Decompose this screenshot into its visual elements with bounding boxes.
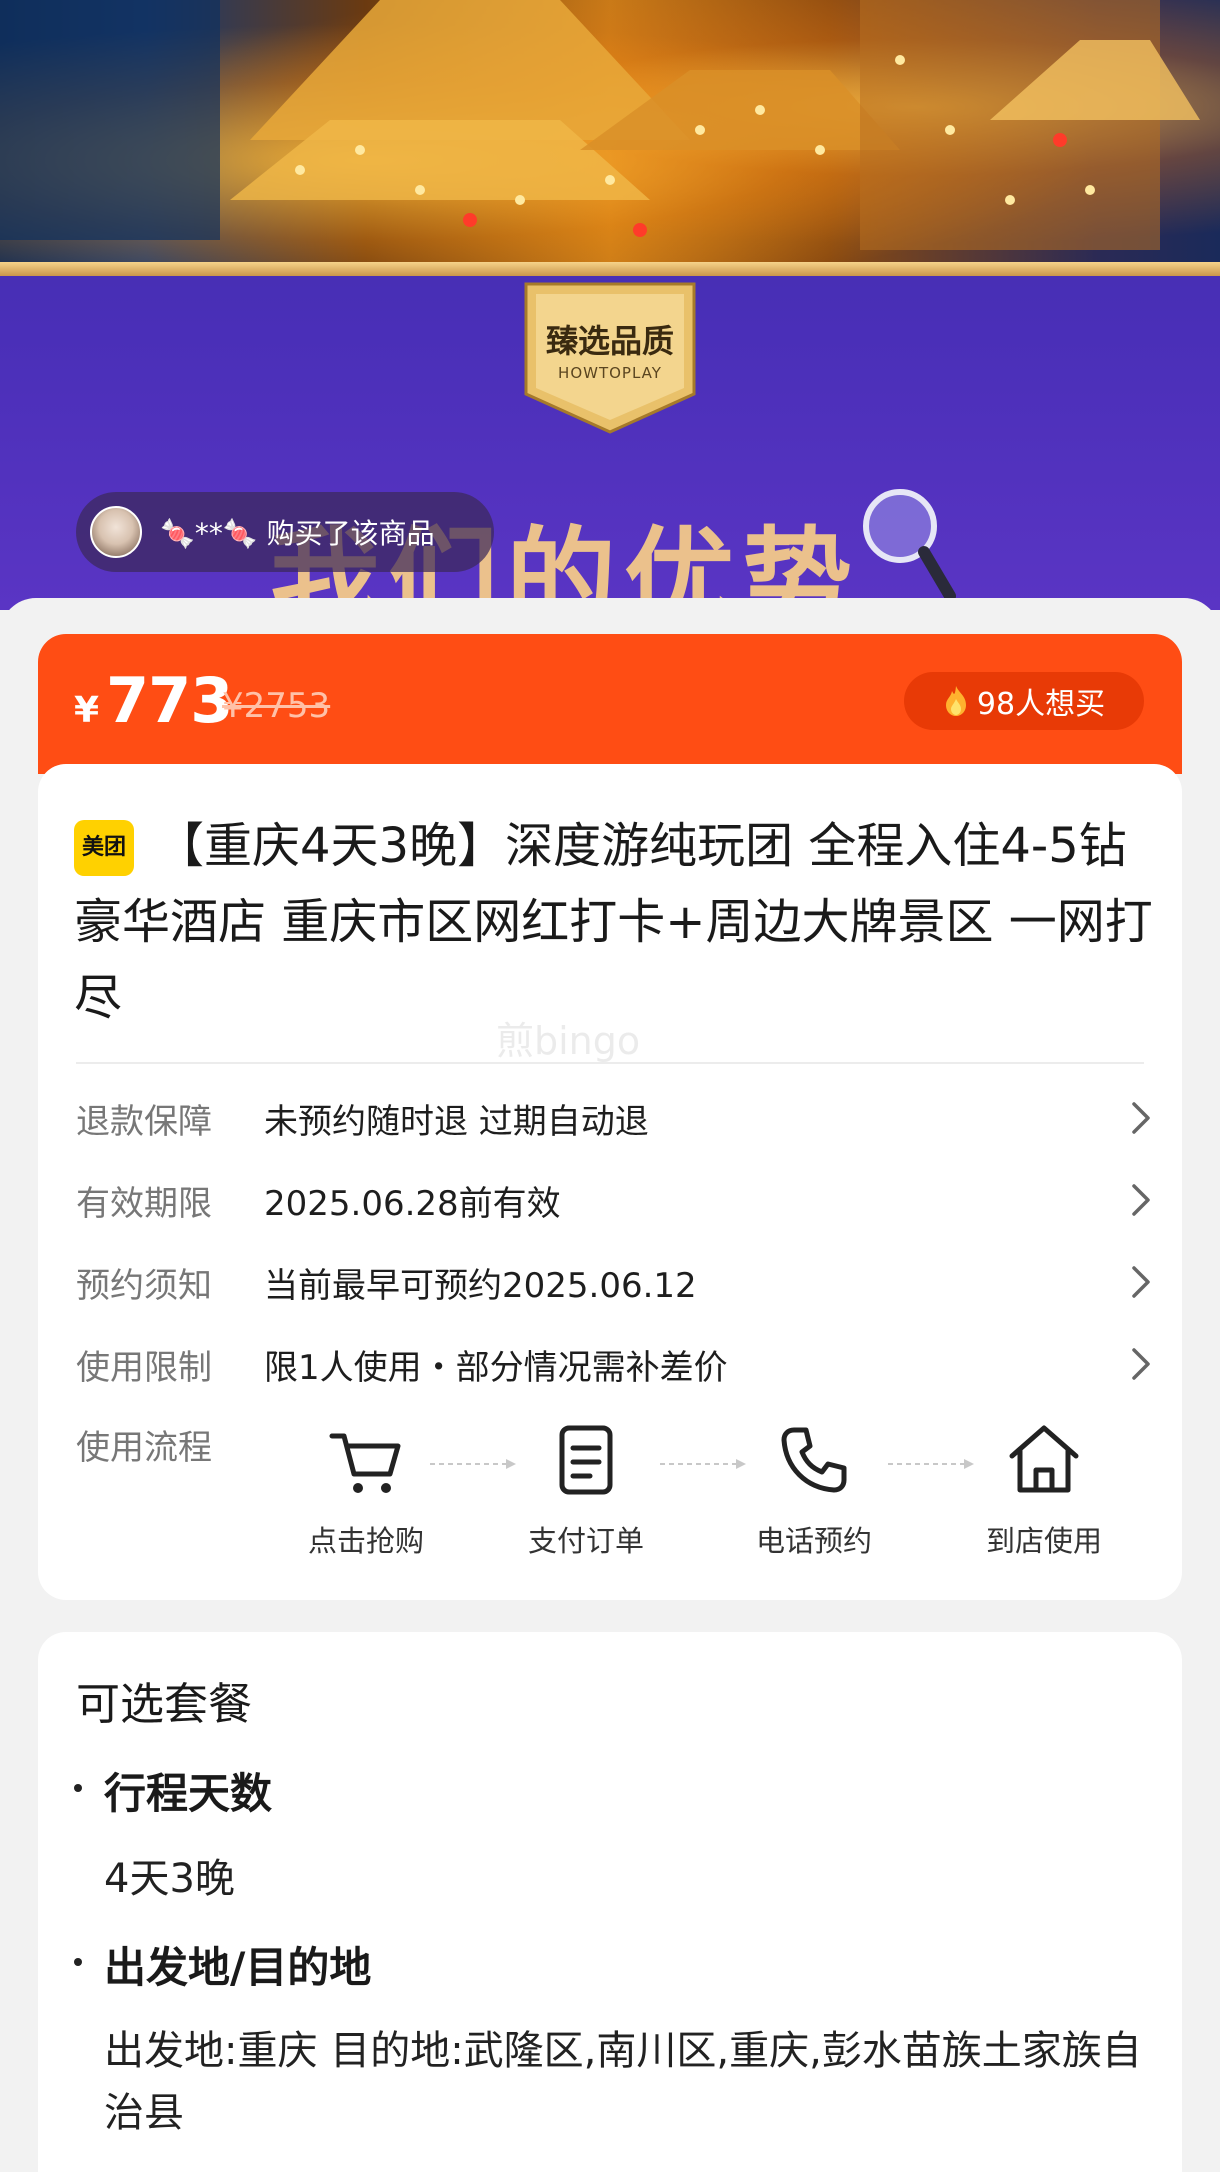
- product-title-text: 【重庆4天3晚】深度游纯玩团 全程入住4-5钻豪华酒店 重庆市区网红打卡+周边大…: [74, 818, 1153, 1026]
- info-row-booking[interactable]: 预约须知 当前最早可预约2025.06.12: [76, 1252, 1154, 1312]
- want-count-badge: 98人想买: [904, 672, 1144, 730]
- platform-badge: 美团: [74, 820, 134, 876]
- info-label: 使用限制: [76, 1347, 212, 1388]
- package-section-title: 可选套餐: [76, 1679, 252, 1730]
- buyer-notice-text: 🍬**🍬 购买了该商品: [160, 517, 435, 550]
- product-title: 美团 【重庆4天3晚】深度游纯玩团 全程入住4-5钻豪华酒店 重庆市区网红打卡+周…: [74, 808, 1154, 1036]
- badge-subtitle: HOWTOPLAY: [558, 364, 662, 382]
- bullet-dot: [74, 1958, 82, 1966]
- info-label: 退款保障: [76, 1101, 212, 1142]
- dashed-arrow-icon: [888, 1459, 974, 1469]
- flow-step-label: 到店使用: [985, 1524, 1102, 1558]
- pagoda-illustration: [0, 0, 1200, 250]
- package-value-days[interactable]: 4天3晚: [104, 1848, 1164, 1910]
- chevron-right-icon: [1132, 1266, 1150, 1298]
- flow-step-label: 电话预约: [755, 1524, 872, 1558]
- package-heading-route: 出发地/目的地: [104, 1943, 372, 1992]
- info-row-validity[interactable]: 有效期限 2025.06.28前有效: [76, 1170, 1154, 1230]
- flow-step-label: 支付订单: [527, 1524, 644, 1558]
- bullet-dot: [74, 1784, 82, 1792]
- current-price: 773: [106, 664, 233, 737]
- document-icon: [559, 1425, 613, 1495]
- flow-step-buy: 点击抢购: [286, 1420, 446, 1560]
- dashed-arrow-icon: [430, 1459, 516, 1469]
- chevron-right-icon: [1132, 1102, 1150, 1134]
- chevron-right-icon: [1132, 1348, 1150, 1380]
- flow-label: 使用流程: [76, 1428, 212, 1468]
- flow-step-visit: 到店使用: [964, 1420, 1124, 1560]
- avatar: [90, 506, 142, 558]
- info-row-refund[interactable]: 退款保障 未预约随时退 过期自动退: [76, 1088, 1154, 1148]
- divider: [76, 1062, 1144, 1064]
- info-label: 预约须知: [76, 1265, 212, 1306]
- info-value: 未预约随时退 过期自动退: [264, 1101, 649, 1142]
- want-count-text: 98人想买: [976, 687, 1106, 722]
- flow-step-label: 点击抢购: [307, 1524, 424, 1558]
- badge-title: 臻选品质: [545, 322, 674, 360]
- phone-icon: [781, 1427, 847, 1493]
- hero-banner: 臻选品质 HOWTOPLAY 我们的优势 🍬**🍬 购买了该商品: [0, 0, 1220, 610]
- gold-divider: [0, 262, 1220, 276]
- package-heading-days: 行程天数: [104, 1769, 273, 1818]
- chevron-right-icon: [1132, 1184, 1150, 1216]
- currency-symbol: ¥: [74, 690, 100, 731]
- cart-icon: [329, 1433, 401, 1493]
- package-value-route[interactable]: 出发地:重庆 目的地:武隆区,南川区,重庆,彭水苗族土家族自治县: [104, 2020, 1164, 2144]
- home-icon: [1009, 1425, 1079, 1493]
- info-value: 限1人使用・部分情况需补差价: [264, 1347, 728, 1388]
- info-value: 2025.06.28前有效: [264, 1183, 561, 1224]
- info-row-restriction[interactable]: 使用限制 限1人使用・部分情况需补差价: [76, 1334, 1154, 1394]
- flow-step-pay: 支付订单: [506, 1420, 666, 1560]
- original-price: ¥2753: [222, 686, 331, 726]
- flame-icon: [945, 686, 966, 716]
- recent-buyer-notice: 🍬**🍬 购买了该商品: [76, 492, 494, 572]
- watermark: 煎bingo: [496, 1019, 641, 1063]
- info-label: 有效期限: [76, 1183, 212, 1224]
- quality-badge: 臻选品质 HOWTOPLAY: [520, 276, 700, 436]
- magnifier-icon: [863, 489, 956, 602]
- flow-step-call: 电话预约: [734, 1420, 894, 1560]
- info-value: 当前最早可预约2025.06.12: [264, 1265, 697, 1306]
